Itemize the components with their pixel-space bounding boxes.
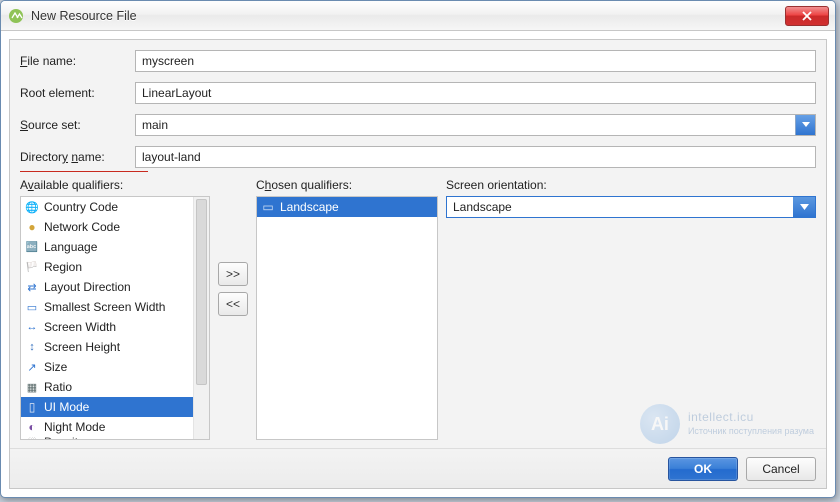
available-item-language[interactable]: Language — [21, 237, 193, 257]
dialog-content: File name: Root element: Source set: mai… — [9, 39, 827, 489]
scrollbar[interactable] — [193, 197, 209, 439]
source-set-value: main — [136, 118, 795, 132]
list-item-label: Density — [44, 437, 84, 440]
close-button[interactable] — [785, 6, 829, 26]
label-source-set: Source set: — [20, 118, 135, 132]
available-item-ratio[interactable]: Ratio — [21, 377, 193, 397]
directory-name-input[interactable] — [135, 146, 816, 168]
dialog-window: New Resource File File name: Root elemen… — [0, 0, 836, 498]
chosen-listbox[interactable]: Landscape — [256, 196, 438, 440]
row-file-name: File name: — [20, 50, 816, 72]
wid-icon — [25, 320, 39, 334]
remove-qualifier-button[interactable]: << — [218, 292, 248, 316]
list-item-label: Region — [44, 260, 82, 274]
available-item-screen-height[interactable]: Screen Height — [21, 337, 193, 357]
orientation-value: Landscape — [447, 200, 793, 214]
list-item-label: Network Code — [44, 220, 120, 234]
available-item-size[interactable]: Size — [21, 357, 193, 377]
list-item-label: Night Mode — [44, 420, 105, 434]
available-item-screen-width[interactable]: Screen Width — [21, 317, 193, 337]
available-listbox[interactable]: Country Code Network Code Language Region La… — [20, 196, 210, 440]
available-item-layout-direction[interactable]: Layout Direction — [21, 277, 193, 297]
watermark: Ai intellect.icu Источник поступления ра… — [640, 404, 814, 444]
label-directory-name: Directory name: — [20, 150, 135, 164]
highlight-underline — [20, 171, 148, 172]
window-title: New Resource File — [31, 9, 785, 23]
list-item-label: Language — [44, 240, 97, 254]
available-item-night-mode[interactable]: Night Mode — [21, 417, 193, 437]
chevron-down-icon — [795, 115, 815, 135]
app-icon — [7, 7, 25, 25]
list-item-label: Screen Height — [44, 340, 120, 354]
available-item-region[interactable]: Region — [21, 257, 193, 277]
titlebar: New Resource File — [1, 1, 835, 31]
chosen-item-landscape[interactable]: Landscape — [257, 197, 437, 217]
list-item-label: Screen Width — [44, 320, 116, 334]
list-item-label: Ratio — [44, 380, 72, 394]
density-icon — [25, 437, 39, 440]
qualifiers-area: Available qualifiers: Country Code Networ… — [20, 178, 816, 440]
label-root-element: Root element: — [20, 86, 135, 100]
transfer-buttons: >> << — [218, 178, 248, 440]
available-item-smallest-screen-width[interactable]: Smallest Screen Width — [21, 297, 193, 317]
close-icon — [802, 11, 812, 21]
label-orientation: Screen orientation: — [446, 178, 816, 196]
list-item-label: Size — [44, 360, 67, 374]
source-set-combo[interactable]: main — [135, 114, 816, 136]
available-item-ui-mode[interactable]: UI Mode — [21, 397, 193, 417]
sw-icon — [25, 300, 39, 314]
list-item-label: Smallest Screen Width — [44, 300, 165, 314]
uimode-icon — [25, 400, 39, 414]
dialog-footer: OK Cancel — [10, 448, 826, 488]
globe-icon — [25, 200, 39, 214]
watermark-text: intellect.icu Источник поступления разум… — [688, 410, 814, 438]
lang-icon — [25, 240, 39, 254]
hei-icon — [25, 340, 39, 354]
available-item-network-code[interactable]: Network Code — [21, 217, 193, 237]
available-item-density[interactable]: Density — [21, 437, 193, 440]
add-qualifier-button[interactable]: >> — [218, 262, 248, 286]
label-available: Available qualifiers: — [20, 178, 210, 196]
landscape-icon — [261, 200, 275, 214]
root-element-input[interactable] — [135, 82, 816, 104]
chosen-column: Chosen qualifiers: Landscape — [256, 178, 438, 440]
row-source-set: Source set: main — [20, 114, 816, 136]
label-file-name: File name: — [20, 54, 135, 68]
list-item-label: Layout Direction — [44, 280, 131, 294]
size-icon — [25, 360, 39, 374]
available-column: Available qualifiers: Country Code Networ… — [20, 178, 210, 440]
file-name-input[interactable] — [135, 50, 816, 72]
ratio-icon — [25, 380, 39, 394]
available-item-country-code[interactable]: Country Code — [21, 197, 193, 217]
label-chosen: Chosen qualifiers: — [256, 178, 438, 196]
net-icon — [25, 220, 39, 234]
list-item-label: Country Code — [44, 200, 118, 214]
ok-button[interactable]: OK — [668, 457, 738, 481]
ldir-icon — [25, 280, 39, 294]
row-directory-name: Directory name: — [20, 146, 816, 168]
row-root-element: Root element: — [20, 82, 816, 104]
list-item-label: Landscape — [280, 200, 339, 214]
chevron-down-icon — [793, 197, 815, 217]
region-icon — [25, 260, 39, 274]
watermark-logo: Ai — [640, 404, 680, 444]
night-icon — [25, 420, 39, 434]
orientation-combo[interactable]: Landscape — [446, 196, 816, 218]
scroll-thumb[interactable] — [196, 199, 207, 385]
config-column: Screen orientation: Landscape — [446, 178, 816, 440]
cancel-button[interactable]: Cancel — [746, 457, 816, 481]
list-item-label: UI Mode — [44, 400, 89, 414]
